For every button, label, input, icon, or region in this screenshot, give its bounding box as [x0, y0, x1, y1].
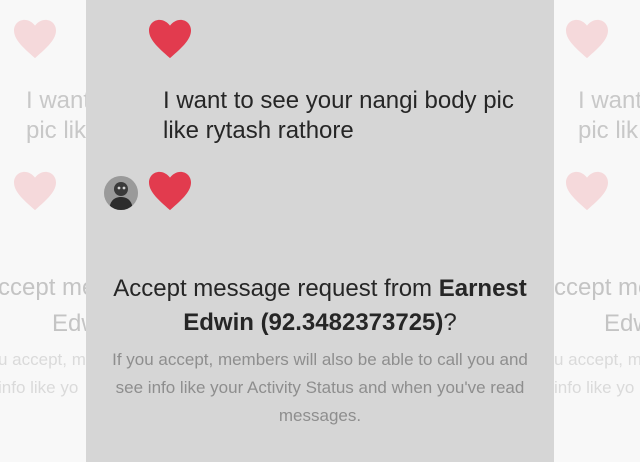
- ghost-accept-text: ccept me: [0, 274, 86, 301]
- prompt-prefix: Accept message request from: [113, 275, 439, 302]
- ghost-heart-icon: [14, 171, 56, 211]
- ghost-message-line2: pic lik: [578, 117, 639, 144]
- ghost-name-text: Edw: [604, 310, 640, 337]
- ghost-info-line1: u accept, m: [554, 350, 640, 369]
- left-ghost-panel: I want pic lik ccept me Edw u accept, m …: [0, 0, 86, 462]
- ghost-info-line1: u accept, m: [0, 350, 86, 369]
- ghost-message-line1: I want: [578, 87, 640, 114]
- ghost-info-line2: info like yo: [0, 378, 79, 397]
- accept-request-prompt: Accept message request from Earnest Edwi…: [86, 272, 554, 340]
- ghost-message-line1: I want: [26, 87, 86, 114]
- heart-reaction-icon[interactable]: [147, 18, 193, 60]
- avatar[interactable]: [104, 176, 138, 210]
- ghost-heart-icon: [566, 19, 608, 59]
- message-request-panel: I want to see your nangi body pic like r…: [86, 0, 554, 462]
- message-text: I want to see your nangi body pic like r…: [163, 87, 514, 144]
- accept-info-text: If you accept, members will also be able…: [112, 350, 528, 425]
- ghost-accept-text: ccept me: [554, 274, 640, 301]
- prompt-suffix: ?: [443, 309, 457, 336]
- ghost-heart-icon: [14, 19, 56, 59]
- ghost-info-line2: info like yo: [554, 378, 635, 397]
- ghost-heart-icon: [566, 171, 608, 211]
- avatar-image: [104, 176, 138, 210]
- ghost-name-text: Edw: [52, 310, 86, 337]
- right-ghost-panel: I want pic lik ccept me Edw u accept, m …: [554, 0, 640, 462]
- ghost-message-line2: pic lik: [26, 117, 86, 144]
- heart-reaction-icon[interactable]: [147, 170, 193, 212]
